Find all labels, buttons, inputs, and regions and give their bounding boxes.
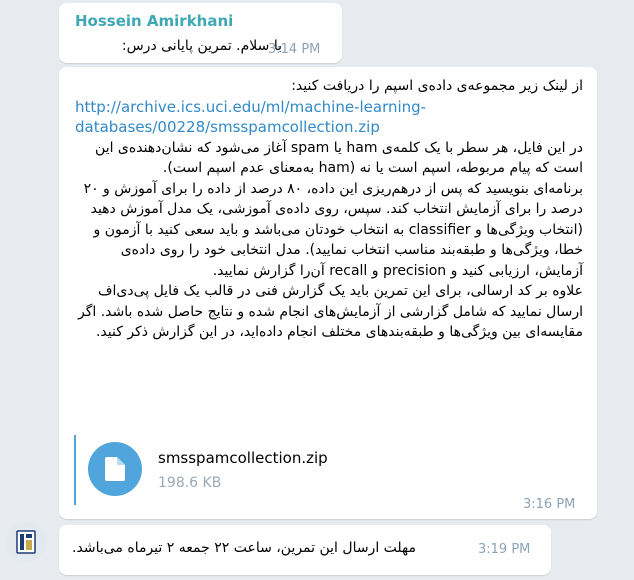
message-body: از لینک زیر مجموعه‌ی داده‌ی اسپم را دریا… bbox=[73, 76, 583, 343]
message-bubble-2: از لینک زیر مجموعه‌ی داده‌ی اسپم را دریا… bbox=[59, 67, 597, 519]
message-time: 3:14 PM bbox=[268, 42, 321, 57]
message-bubble-3: مهلت ارسال این تمرین، ساعت ۲۲ جمعه ۲ تیر… bbox=[59, 525, 551, 575]
message-text: مهلت ارسال این تمرین، ساعت ۲۲ جمعه ۲ تیر… bbox=[72, 540, 416, 556]
message-bubble-1: Hossein Amirkhani با سلام. تمرین پایانی … bbox=[59, 3, 342, 63]
file-attachment[interactable]: smsspamcollection.zip 198.6 KB bbox=[74, 435, 376, 505]
dataset-link-line-1[interactable]: http://archive.ics.uci.edu/ml/machine-le… bbox=[73, 97, 583, 118]
message-paragraph-3: علاوه بر کد ارسالی، برای این تمرین باید … bbox=[77, 283, 583, 340]
sender-name[interactable]: Hossein Amirkhani bbox=[75, 12, 233, 30]
file-name[interactable]: smsspamcollection.zip bbox=[158, 449, 328, 467]
message-intro: از لینک زیر مجموعه‌ی داده‌ی اسپم را دریا… bbox=[291, 78, 583, 94]
dataset-link-line-2[interactable]: databases/00228/smsspamcollection.zip bbox=[73, 117, 583, 138]
message-time: 3:19 PM bbox=[478, 542, 531, 557]
message-paragraph-1: در این فایل، هر سطر با یک کلمه‌ی ham یا … bbox=[95, 139, 583, 177]
message-paragraph-2: برنامه‌ای بنویسید که پس از درهم‌ریزی این… bbox=[83, 180, 583, 279]
avatar-logo bbox=[6, 522, 46, 562]
message-text: با سلام. تمرین پایانی درس: bbox=[121, 38, 282, 54]
file-size: 198.6 KB bbox=[158, 475, 222, 491]
message-time: 3:16 PM bbox=[523, 497, 576, 512]
avatar[interactable] bbox=[6, 522, 46, 562]
document-icon[interactable] bbox=[88, 442, 142, 496]
